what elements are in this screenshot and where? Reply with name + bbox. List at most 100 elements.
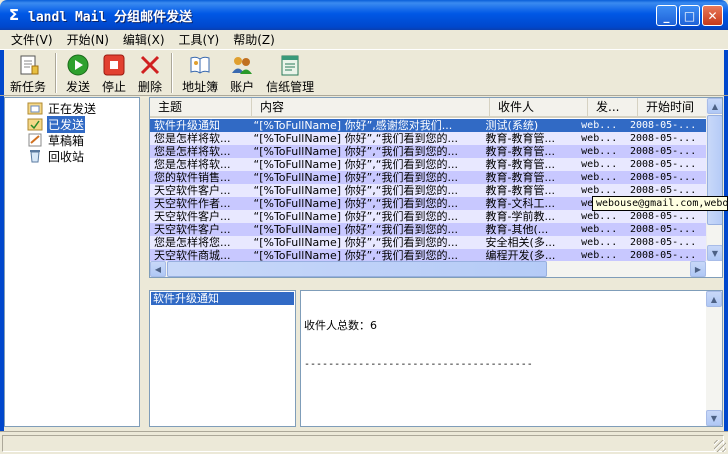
column-header-recipient[interactable]: 收件人 [490, 98, 588, 116]
cell-sender: web... [581, 146, 618, 157]
cell-content: “[%ToFullName] 你好”,“我们看到您的... [253, 158, 458, 171]
resize-grip-icon[interactable] [714, 440, 726, 452]
cell-content: “[%ToFullName] 你好”,“我们看到您的... [253, 236, 458, 249]
table-row[interactable]: 您是怎样将软... “[%ToFullName] 你好”,“我们看到您的... 教育… [150, 158, 706, 171]
cell-subject: 天空软件作者... [154, 197, 231, 210]
table-row[interactable]: 您是怎样将您... “[%ToFullName] 你好”,“我们看到您的... 安全… [150, 236, 706, 249]
users-account-icon [230, 53, 254, 77]
new-task-label: 新任务 [10, 80, 47, 94]
cell-subject: 天空软件客户... [154, 210, 231, 223]
scroll-up-icon[interactable]: ▲ [707, 98, 722, 114]
cell-content: “[%ToFullName] 你好”,“我们看到您的... [253, 145, 458, 158]
cell-content: “[%ToFullName] 你好”,“我们看到您的... [253, 171, 458, 184]
subject-item[interactable]: 软件升级通知 [151, 292, 294, 305]
cell-start-time: 2008-05-... [629, 237, 697, 248]
column-header-subject[interactable]: 主题 [150, 98, 252, 116]
table-row[interactable]: 您是怎样将软... “[%ToFullName] 你好”,“我们看到您的... 教育… [150, 145, 706, 158]
table-row[interactable]: 您是怎样将软... “[%ToFullName] 你好”,“我们看到您的... 教育… [150, 132, 706, 145]
cell-recipient: 安全相关(多... [485, 236, 556, 249]
menu-start[interactable]: 开始(N) [60, 31, 116, 48]
table-row[interactable]: 天空软件客户... “[%ToFullName] 你好”,“我们看到您的... 教育… [150, 210, 706, 223]
cell-subject: 您是怎样将软... [154, 158, 231, 171]
cell-sender: web... [581, 172, 618, 183]
cell-recipient: 测试(系统) [485, 119, 539, 132]
cell-sender: web... [581, 224, 618, 235]
recipient-tooltip: webouse@gmail.com,webo [592, 196, 728, 211]
cell-recipient: 教育-教育管... [485, 145, 556, 158]
toolbar-separator [171, 53, 174, 93]
stationery-icon [278, 53, 302, 77]
status-bar [0, 431, 728, 454]
close-icon: ✕ [707, 8, 718, 23]
maximize-icon: □ [683, 8, 696, 23]
send-label: 发送 [66, 80, 91, 94]
table-row[interactable]: 您的软件销售... “[%ToFullName] 你好”,“我们看到您的... 教育… [150, 171, 706, 184]
cell-content: “[%ToFullName] 你好”,感谢您对我们... [253, 119, 453, 132]
window-title: landl Mail 分组邮件发送 [28, 9, 193, 25]
cell-sender: web... [581, 237, 618, 248]
title-bar[interactable]: Σ landl Mail 分组邮件发送 _ □ ✕ [0, 0, 728, 30]
cell-sender: web... [581, 133, 618, 144]
send-button[interactable]: 发送 [60, 53, 96, 95]
column-header-sender[interactable]: 发... [588, 98, 638, 116]
drafts-icon [28, 133, 42, 147]
list-rows: 软件升级通知 “[%ToFullName] 你好”,感谢您对我们... 测试(系统)… [150, 119, 706, 262]
cell-recipient: 教育-文科工... [485, 197, 556, 210]
list-vertical-scrollbar[interactable]: ▲ ▼ [706, 98, 722, 261]
status-panel [2, 434, 724, 452]
address-book-button[interactable]: 地址簿 [176, 53, 224, 95]
scroll-up-icon[interactable]: ▲ [706, 291, 722, 307]
stop-icon [102, 53, 126, 77]
folder-sending-icon [27, 102, 43, 115]
stationery-button[interactable]: 信纸管理 [260, 53, 320, 95]
delete-x-icon [138, 53, 162, 77]
scroll-down-icon[interactable]: ▼ [706, 410, 722, 426]
folder-sent-icon [27, 118, 43, 131]
tree-label: 回收站 [48, 149, 85, 164]
cell-recipient: 教育-教育管... [485, 171, 556, 184]
column-header-content[interactable]: 内容 [252, 98, 490, 116]
menu-tools[interactable]: 工具(Y) [172, 31, 227, 48]
cell-content: “[%ToFullName] 你好”,“我们看到您的... [253, 210, 458, 223]
tree-item-recycle[interactable]: 回收站 [27, 148, 139, 164]
menu-bar: 文件(V) 开始(N) 编辑(X) 工具(Y) 帮助(Z) [0, 30, 728, 49]
account-button[interactable]: 账户 [224, 53, 260, 95]
cell-recipient: 教育-其他(... [485, 223, 549, 236]
cell-start-time: 2008-05-... [629, 133, 697, 144]
table-row[interactable]: 软件升级通知 “[%ToFullName] 你好”,感谢您对我们... 测试(系统)… [150, 119, 706, 132]
menu-edit[interactable]: 编辑(X) [116, 31, 172, 48]
cell-sender: web... [581, 120, 618, 131]
new-task-button[interactable]: 新任务 [4, 53, 52, 95]
toolbar: 新任务 发送 停止 删除 地址簿 账户 信纸管理 [0, 49, 728, 96]
minimize-icon: _ [663, 8, 670, 23]
tree-item-sending[interactable]: 正在发送 [27, 100, 139, 116]
scroll-left-icon[interactable]: ◀ [150, 261, 166, 277]
tree-label: 草稿箱 [48, 133, 85, 148]
cell-recipient: 教育-教育管... [485, 184, 556, 197]
address-book-label: 地址簿 [182, 80, 219, 94]
cell-sender: web... [581, 211, 618, 222]
detail-pane: 收件人总数：6 --------------------------------… [300, 290, 723, 427]
stationery-label: 信纸管理 [266, 80, 315, 94]
close-button[interactable]: ✕ [702, 5, 723, 26]
table-row[interactable]: 天空软件客户... “[%ToFullName] 你好”,“我们看到您的... 教育… [150, 223, 706, 236]
tree-item-drafts[interactable]: 草稿箱 [27, 132, 139, 148]
menu-help[interactable]: 帮助(Z) [226, 31, 282, 48]
tree-item-sent[interactable]: 已发送 [27, 115, 139, 133]
cell-subject: 您是怎样将软... [154, 132, 231, 145]
delete-button[interactable]: 删除 [132, 53, 168, 95]
scroll-down-icon[interactable]: ▼ [707, 245, 722, 261]
cell-subject: 您的软件销售... [154, 171, 231, 184]
stop-button[interactable]: 停止 [96, 53, 132, 95]
toolbar-separator [55, 53, 58, 93]
detail-vertical-scrollbar[interactable]: ▲ ▼ [706, 291, 722, 426]
minimize-button[interactable]: _ [656, 5, 677, 26]
maximize-button[interactable]: □ [679, 5, 700, 26]
folder-tree: 正在发送 已发送 草稿箱 回收站 [4, 97, 140, 427]
list-horizontal-scrollbar[interactable]: ◀ ▶ [150, 261, 706, 277]
scroll-thumb[interactable] [167, 261, 547, 277]
scroll-right-icon[interactable]: ▶ [690, 261, 706, 277]
menu-file[interactable]: 文件(V) [4, 31, 60, 48]
account-label: 账户 [230, 80, 255, 94]
cell-start-time: 2008-05-... [629, 120, 697, 131]
